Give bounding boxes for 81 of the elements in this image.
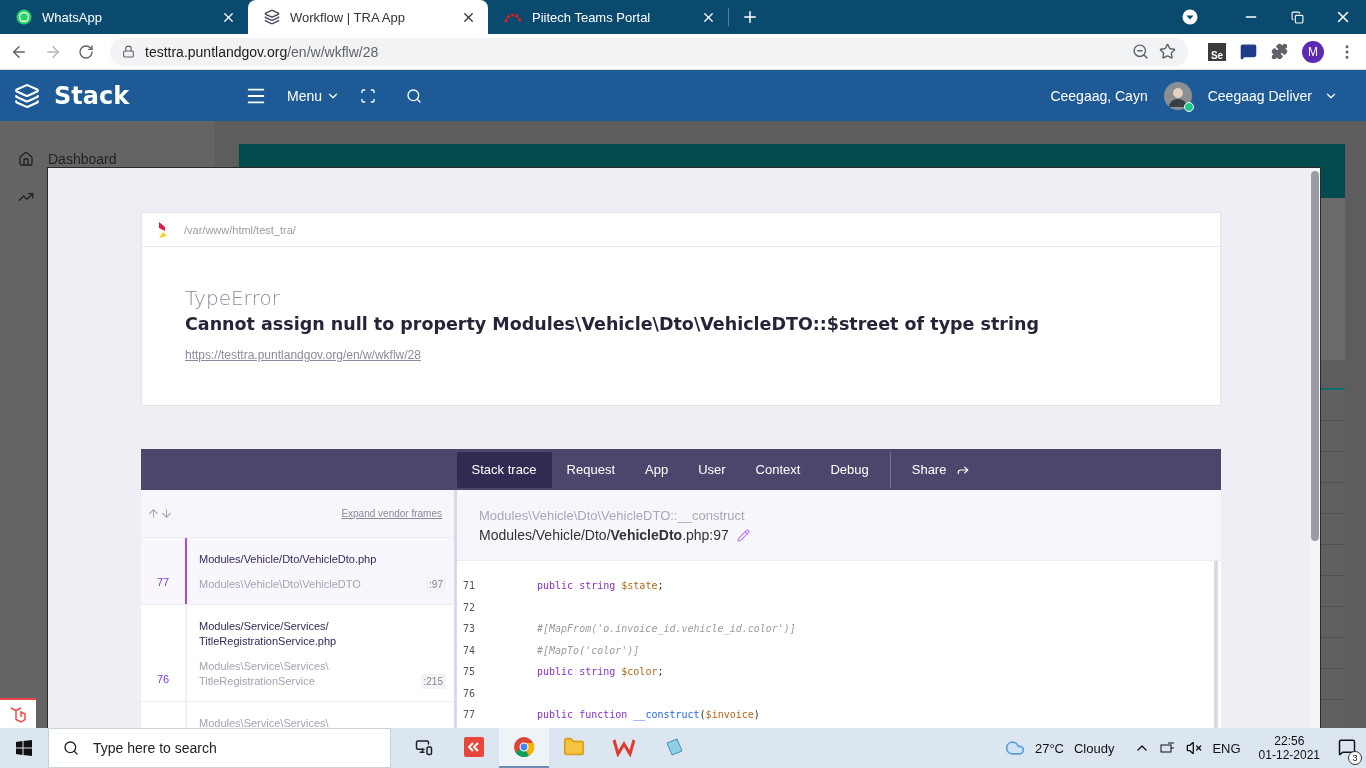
error-type: TypeError	[185, 286, 282, 310]
zoom-out-icon[interactable]	[1132, 43, 1149, 60]
line-number: 74	[462, 644, 477, 656]
frame-file: Modules/Vehicle/Dto/VehicleDto.php	[199, 552, 378, 567]
code-line: public function __construct($invoice)	[537, 709, 760, 721]
pencil-icon[interactable]	[736, 528, 750, 542]
windows-logo-icon[interactable]	[16, 740, 32, 756]
notepad-icon[interactable]	[664, 737, 684, 757]
frame-file: Modules/Service/Services/TitleRegistrationService.php	[199, 619, 338, 649]
stack-logo-icon	[14, 82, 40, 109]
notifications-icon[interactable]	[1338, 737, 1356, 756]
search-box[interactable]: Type here to search	[48, 728, 391, 768]
cube-icon	[9, 705, 27, 723]
notification-count: 3	[1348, 750, 1362, 765]
root-path: /var/www/html/test_tra/	[184, 223, 296, 236]
home-icon[interactable]	[18, 151, 34, 167]
stack-frame[interactable]: 77 Modules/Vehicle/Dto/VehicleDto.php Modules\Vehicle\Dto\VehicleDTO :97	[141, 538, 454, 605]
tab[interactable]: Debug	[815, 451, 884, 488]
browser-tab[interactable]: Piitech Teams Portal	[488, 0, 728, 34]
w-logo-icon[interactable]	[613, 737, 635, 757]
mute-icon[interactable]	[1186, 740, 1203, 756]
stack-frame[interactable]: 76 Modules/Service/Services/TitleRegistrationService.php Modules\Service\Services\TitleRegistrationService :215	[141, 605, 454, 702]
flame-logo-icon	[158, 221, 168, 238]
url-text: testtra.puntlandgov.org/en/w/wkflw/28	[145, 43, 380, 60]
tab[interactable]: Stack trace	[456, 451, 552, 488]
code-line: #[MapTo('color')]	[537, 644, 640, 656]
error-message: Cannot assign null to property Modules\Vehicle\Dto\VehicleDTO::$street of type string	[185, 314, 1040, 334]
address-field[interactable]: testtra.puntlandgov.org/en/w/wkflw/28	[110, 37, 1188, 66]
arc-icon	[504, 11, 522, 23]
profile-avatar[interactable]: M	[1302, 40, 1324, 63]
line-number: 77	[462, 709, 477, 721]
frame-class: Modules\Vehicle\Dto\VehicleDTO	[199, 577, 362, 592]
language-indicator[interactable]: ENG	[1212, 740, 1241, 756]
extension-icon[interactable]: Se	[1208, 42, 1226, 61]
line-number: 72	[462, 601, 477, 613]
code-line: public string $color;	[537, 666, 664, 678]
account-menu[interactable]: Ceegaag Deliver	[1207, 87, 1338, 104]
search-icon	[63, 740, 79, 756]
fullscreen-icon[interactable]	[360, 87, 377, 104]
avatar[interactable]	[1163, 81, 1192, 110]
star-icon[interactable]	[1159, 43, 1176, 60]
search-field[interactable]: Type here to search	[91, 739, 390, 757]
task-view-icon[interactable]	[415, 738, 433, 756]
line-number: 71	[462, 580, 477, 592]
frame-number: 76	[155, 672, 171, 687]
browser-tab[interactable]: Workflow | TRA App	[248, 0, 488, 34]
temperature: 27°C	[1034, 740, 1064, 756]
dropdown-icon[interactable]	[1182, 9, 1198, 25]
reload-icon[interactable]	[78, 43, 94, 60]
frame-number: 77	[155, 575, 171, 590]
code-line: public string $state;	[537, 580, 664, 592]
line-number: 76	[462, 687, 477, 699]
tab[interactable]: User	[683, 451, 741, 488]
frame-method: Modules\Vehicle\Dto\VehicleDTO::__construct	[479, 508, 746, 523]
tab[interactable]: Context	[740, 451, 816, 488]
user-name: Ceegaag, Cayn	[1050, 87, 1148, 104]
network-icon[interactable]	[1160, 741, 1177, 755]
weather-text: Cloudy	[1073, 740, 1115, 756]
tab[interactable]: App	[630, 451, 684, 488]
search-icon[interactable]	[406, 87, 423, 104]
browser-tab[interactable]: WhatsApp	[0, 0, 248, 34]
arrows-app-icon[interactable]	[464, 737, 484, 757]
frame-class: Modules\Service\Services\TitleRegistrationService	[199, 659, 330, 689]
frame-class: Modules\Service\Services\	[199, 716, 330, 728]
layers-icon	[264, 9, 280, 25]
share-button[interactable]: Share	[896, 451, 986, 488]
frame-file-path: Modules/Vehicle/Dto/VehicleDto.php:97	[479, 527, 729, 543]
error-url-link[interactable]: https://testtra.puntlandgov.org/en/w/wkflw/28	[185, 348, 421, 362]
code-line: #[MapFrom('o.invoice_id.vehicle_id.color')]	[537, 623, 796, 635]
extensions-icon[interactable]	[1271, 43, 1288, 60]
tab[interactable]: Request	[551, 451, 630, 488]
menu-button[interactable]: Menu	[287, 87, 341, 104]
line-number: 73	[462, 623, 477, 635]
cube-icon-button[interactable]	[0, 698, 36, 728]
new-tab-icon[interactable]	[741, 8, 759, 26]
lock-icon	[122, 45, 135, 58]
line-number: 75	[462, 666, 477, 678]
clock[interactable]: 22:56 01-12-2021	[1258, 734, 1320, 762]
brand-name: Stack	[54, 81, 130, 110]
browser-icon[interactable]	[513, 736, 535, 758]
restore-icon[interactable]	[1290, 10, 1304, 24]
